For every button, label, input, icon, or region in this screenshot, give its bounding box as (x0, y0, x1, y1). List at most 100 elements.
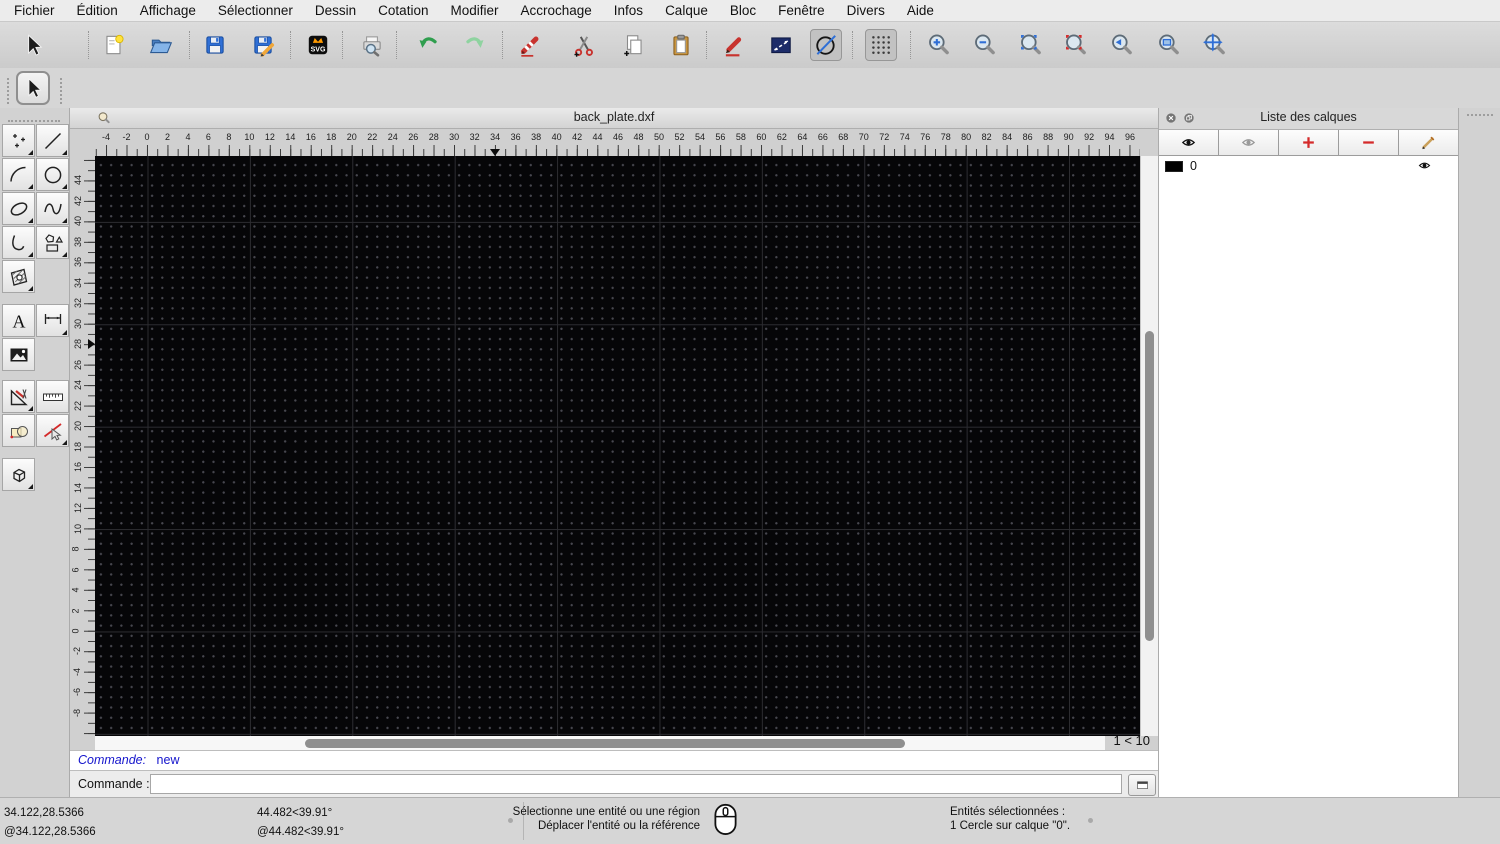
menu-selectionner[interactable]: Sélectionner (207, 0, 304, 21)
zoom-selected-button[interactable] (1060, 29, 1092, 61)
modify-select-button[interactable] (36, 414, 69, 447)
vertical-scrollbar[interactable] (1140, 156, 1158, 736)
draw-attributes-button[interactable] (718, 29, 750, 61)
menu-edition[interactable]: Édition (66, 0, 129, 21)
ruler-corner (70, 129, 95, 156)
v-ruler-label: -6 (72, 688, 83, 697)
measure-button[interactable] (36, 380, 69, 413)
redo-button[interactable] (459, 29, 491, 61)
open-file-button[interactable] (145, 29, 177, 61)
h-ruler-label: 6 (205, 132, 211, 142)
command-window-toggle-button[interactable] (1128, 774, 1156, 796)
show-all-layers-button[interactable] (1159, 130, 1219, 155)
h-ruler-label: -4 (102, 132, 111, 142)
zoom-out-button[interactable] (969, 29, 1001, 61)
vertical-scrollbar-thumb[interactable] (1145, 331, 1154, 641)
delete-entity-button[interactable] (514, 29, 546, 61)
draw-polyline-button[interactable] (2, 226, 35, 259)
selection-status: Entités sélectionnées : 1 Cercle sur cal… (950, 806, 1070, 833)
menu-infos[interactable]: Infos (603, 0, 654, 21)
h-ruler-label: 36 (510, 132, 521, 142)
v-ruler-label: 14 (73, 482, 84, 493)
export-svg-button[interactable]: SVG (302, 29, 334, 61)
add-layer-button[interactable] (1279, 130, 1339, 155)
horizontal-scrollbar-thumb[interactable] (305, 739, 905, 748)
h-ruler-label: 32 (469, 132, 480, 142)
rail-handle[interactable] (1467, 114, 1493, 116)
h-ruler-label: 50 (653, 132, 665, 142)
menu-dessin[interactable]: Dessin (304, 0, 367, 21)
zoom-ratio-indicator: 1 < 10 (1113, 733, 1150, 748)
draw-text-button[interactable]: A (2, 304, 35, 337)
h-ruler-label: 70 (858, 132, 869, 142)
menu-fichier[interactable]: Fichier (3, 0, 66, 21)
view-3d-button[interactable] (2, 458, 35, 491)
line-attributes-button[interactable] (765, 29, 797, 61)
h-ruler-label: 66 (817, 132, 828, 142)
layer-row-0[interactable]: 0 (1159, 156, 1458, 176)
zoom-pan-button[interactable] (1199, 29, 1231, 61)
menu-fenetre[interactable]: Fenêtre (767, 0, 836, 21)
undo-button[interactable] (412, 29, 444, 61)
v-ruler-label: 34 (73, 277, 84, 288)
h-ruler-label: 94 (1104, 132, 1115, 142)
menu-bloc[interactable]: Bloc (719, 0, 767, 21)
copy-button[interactable] (618, 29, 650, 61)
flyout-indicator (28, 406, 33, 411)
toolbar-handle[interactable] (60, 78, 62, 104)
remove-layer-button[interactable] (1339, 130, 1399, 155)
draw-line-button[interactable] (36, 124, 69, 157)
h-ruler-label: 24 (387, 132, 398, 142)
insert-image-button[interactable] (2, 338, 35, 371)
new-document-button[interactable] (98, 29, 130, 61)
edit-layer-button[interactable] (1399, 130, 1458, 155)
layer-panel-titlebar[interactable]: Liste des calques (1159, 108, 1458, 130)
blocks-button[interactable] (2, 414, 35, 447)
menu-modifier[interactable]: Modifier (439, 0, 509, 21)
menu-cotation[interactable]: Cotation (367, 0, 439, 21)
flyout-indicator (28, 150, 33, 155)
palette-handle[interactable] (8, 120, 60, 122)
zoom-window-button[interactable] (1153, 29, 1185, 61)
drawing-canvas[interactable] (95, 156, 1140, 736)
h-ruler-label: 90 (1063, 132, 1074, 142)
current-selection-tool-button[interactable] (16, 71, 50, 105)
h-ruler-label: 46 (613, 132, 624, 142)
menu-accrochage[interactable]: Accrochage (509, 0, 602, 21)
layer-visible-eye-icon[interactable] (1417, 158, 1432, 176)
cut-button[interactable] (568, 29, 600, 61)
circle-line-toggle-button[interactable] (810, 29, 842, 61)
draw-shapes-button[interactable] (36, 226, 69, 259)
save-button[interactable] (199, 29, 231, 61)
save-as-button[interactable] (247, 29, 279, 61)
flyout-indicator (28, 252, 33, 257)
main-toolbar: SVG (0, 22, 1500, 69)
coord-relative: @34.122,28.5366 (4, 826, 96, 838)
draw-points-button[interactable] (2, 124, 35, 157)
draw-arc-button[interactable] (2, 158, 35, 191)
command-history-label: Commande: (78, 753, 147, 767)
drafting-tools-button[interactable] (2, 380, 35, 413)
select-arrow-button[interactable] (17, 29, 49, 61)
zoom-auto-button[interactable] (1015, 29, 1047, 61)
librecad-window: Fichier Édition Affichage Sélectionner Dessi… (0, 0, 1500, 844)
draw-circle-button[interactable] (36, 158, 69, 191)
command-input[interactable] (150, 774, 1122, 794)
zoom-in-button[interactable] (923, 29, 955, 61)
menu-divers[interactable]: Divers (836, 0, 896, 21)
draw-hatch-button[interactable] (2, 260, 35, 293)
dimension-button[interactable] (36, 304, 69, 337)
hide-all-layers-button[interactable] (1219, 130, 1279, 155)
menu-affichage[interactable]: Affichage (129, 0, 207, 21)
paste-button[interactable] (665, 29, 697, 61)
draw-ellipse-button[interactable] (2, 192, 35, 225)
menu-calque[interactable]: Calque (654, 0, 719, 21)
grid-toggle-button[interactable] (865, 29, 897, 61)
zoom-previous-button[interactable] (1106, 29, 1138, 61)
print-preview-button[interactable] (356, 29, 388, 61)
document-titlebar[interactable]: back_plate.dxf (70, 108, 1158, 129)
menu-aide[interactable]: Aide (896, 0, 945, 21)
horizontal-scrollbar[interactable] (95, 736, 1105, 750)
toolbar-handle[interactable] (7, 78, 9, 104)
draw-spline-button[interactable] (36, 192, 69, 225)
